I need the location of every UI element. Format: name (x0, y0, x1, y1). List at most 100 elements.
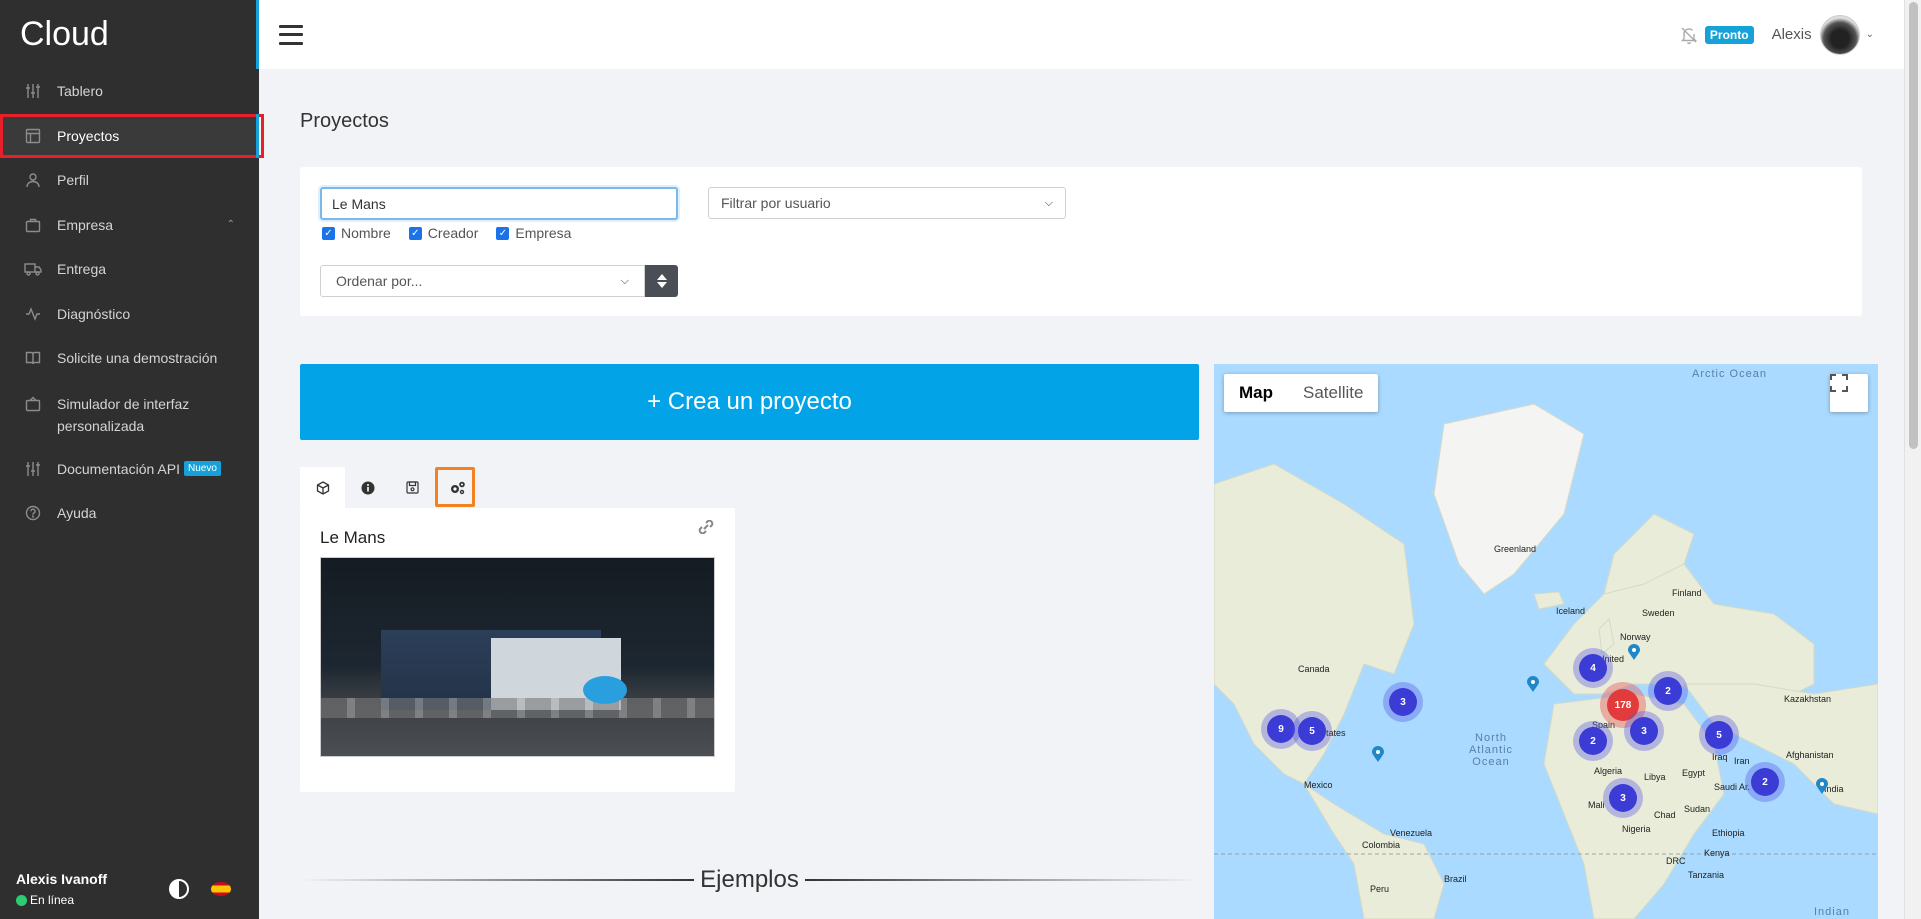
sidebar-item-label: Simulador de interfaz personalizada (57, 395, 190, 434)
sidebar-item-empresa[interactable]: Empresa ⌃ (0, 203, 259, 248)
sidebar-item-demostracion[interactable]: Solicite una demostración (0, 336, 259, 381)
checkbox-checked-icon[interactable]: ✓ (408, 226, 422, 240)
activity-icon (24, 305, 42, 323)
project-name: Le Mans (320, 528, 386, 547)
link-icon[interactable] (697, 519, 715, 539)
sidebar-item-label: Empresa (57, 216, 114, 233)
map-cluster-marker[interactable]: 5 (1298, 717, 1326, 745)
chevron-down-icon[interactable]: ⌄ (1866, 29, 1874, 40)
map-type-map-button[interactable]: Map (1224, 374, 1288, 412)
sidebar-item-label: Diagnóstico (57, 305, 131, 322)
order-by-select[interactable]: Ordenar por... ⌵ (320, 265, 645, 297)
map-cluster-marker[interactable]: 2 (1751, 768, 1779, 796)
checkbox-label: Creador (427, 225, 479, 241)
status-badge: En línea (16, 893, 107, 907)
map-label-libya: Libya (1644, 772, 1666, 782)
map-label-sudan: Sudan (1684, 804, 1711, 814)
map-label-kenya: Kenya (1704, 848, 1730, 858)
checkbox-label: Empresa (515, 225, 572, 241)
map-label-norway: Norway (1620, 632, 1651, 642)
status-text: En línea (30, 893, 75, 907)
sidebar-item-label: Perfil (57, 172, 89, 189)
map-cluster-marker[interactable]: 4 (1579, 654, 1607, 682)
map-cluster-marker[interactable]: 2 (1579, 727, 1607, 755)
map-pin-icon[interactable] (1816, 778, 1828, 794)
spain-flag-icon[interactable] (211, 882, 231, 896)
create-project-button[interactable]: + Crea un proyecto (300, 364, 1199, 440)
chevron-down-icon: ⌵ (1044, 196, 1053, 209)
menu-toggle-icon[interactable] (279, 24, 303, 45)
user-icon (24, 171, 42, 189)
divider (300, 879, 695, 881)
map-label-mali: Mali (1588, 800, 1605, 810)
map-type-satellite-button[interactable]: Satellite (1288, 374, 1378, 412)
divider (804, 879, 1199, 881)
checkbox-creador[interactable]: ✓ Creador (408, 225, 479, 241)
monitor-icon (24, 395, 42, 413)
sidebar-item-diagnostico[interactable]: Diagnóstico (0, 292, 259, 337)
map-label-mexico: Mexico (1304, 780, 1333, 790)
map-label-nigeria: Nigeria (1622, 824, 1651, 834)
map-label-indian: Indian (1814, 906, 1850, 918)
chevron-up-icon[interactable]: ⌃ (227, 219, 235, 230)
map-label-drc: DRC (1666, 856, 1686, 866)
truck-icon (24, 260, 42, 278)
project-card[interactable]: Le Mans (300, 508, 735, 792)
map-pin-icon[interactable] (1527, 676, 1539, 692)
map-label-arctic: Arctic Ocean (1692, 368, 1767, 380)
page-scrollbar[interactable] (1904, 0, 1921, 919)
map-label-peru: Peru (1370, 884, 1390, 894)
map-pin-icon[interactable] (1628, 644, 1640, 660)
map-cluster-marker[interactable]: 3 (1630, 717, 1658, 745)
map-cluster-marker[interactable]: 178 (1607, 689, 1639, 721)
sidebar-item-ayuda[interactable]: Ayuda (0, 491, 259, 536)
sort-icon (656, 274, 667, 288)
sidebar-item-proyectos[interactable]: Proyectos (0, 113, 264, 158)
footer-username: Alexis Ivanoff (16, 871, 108, 887)
map-cluster-marker[interactable]: 3 (1609, 784, 1637, 812)
help-circle-icon (24, 504, 42, 522)
user-filter-select[interactable]: Filtrar por usuario ⌵ (708, 187, 1066, 219)
checkbox-checked-icon[interactable]: ✓ (496, 226, 510, 240)
fullscreen-button[interactable] (1830, 374, 1868, 412)
map-label-egypt: Egypt (1682, 768, 1706, 778)
user-menu-name[interactable]: Alexis (1772, 26, 1812, 43)
map-cluster-marker[interactable]: 9 (1267, 715, 1295, 743)
map-cluster-marker[interactable]: 5 (1705, 721, 1733, 749)
tab-models[interactable] (300, 467, 345, 508)
online-dot-icon (16, 894, 27, 906)
tab-settings[interactable] (435, 467, 480, 508)
world-map-land (1214, 403, 1878, 919)
bell-off-icon[interactable] (1679, 25, 1699, 45)
map-pin-icon[interactable] (1372, 746, 1384, 762)
map-label-canada: Canada (1298, 664, 1330, 674)
project-thumbnail[interactable] (320, 557, 715, 757)
map-cluster-marker[interactable]: 2 (1654, 677, 1682, 705)
sidebar-item-simulador[interactable]: Simulador de interfaz personalizada (0, 381, 259, 447)
checkbox-empresa[interactable]: ✓ Empresa (496, 225, 571, 241)
sidebar-item-tablero[interactable]: Tablero (0, 69, 259, 114)
contrast-toggle-icon[interactable] (169, 879, 189, 899)
map-cluster-marker[interactable]: 3 (1389, 688, 1417, 716)
search-input[interactable] (320, 187, 678, 220)
brand-logo[interactable]: Cloud (0, 0, 259, 69)
projects-map[interactable]: Map Satellite Arctic Ocean Greenland Ice… (1214, 364, 1878, 919)
project-view-tabs (300, 467, 480, 508)
sidebar-item-perfil[interactable]: Perfil (0, 158, 259, 203)
avatar[interactable] (1819, 14, 1860, 55)
sidebar-item-api-docs[interactable]: Documentación API Nuevo (0, 447, 259, 492)
sidebar-item-entrega[interactable]: Entrega (0, 247, 259, 292)
tab-save[interactable] (390, 467, 435, 508)
book-icon (24, 349, 42, 367)
map-label-sweden: Sweden (1642, 608, 1675, 618)
tab-info[interactable] (345, 467, 390, 508)
examples-heading: Ejemplos (300, 866, 1199, 894)
sidebar-item-label: Entrega (57, 261, 107, 278)
map-label-iran: Iran (1734, 756, 1750, 766)
checkbox-checked-icon[interactable]: ✓ (322, 226, 335, 240)
map-label-colombia: Colombia (1362, 840, 1401, 850)
checkbox-nombre[interactable]: ✓ Nombre (322, 225, 391, 241)
new-badge: Nuevo (183, 461, 221, 477)
cube-icon (316, 480, 329, 495)
sort-direction-button[interactable] (645, 265, 678, 297)
